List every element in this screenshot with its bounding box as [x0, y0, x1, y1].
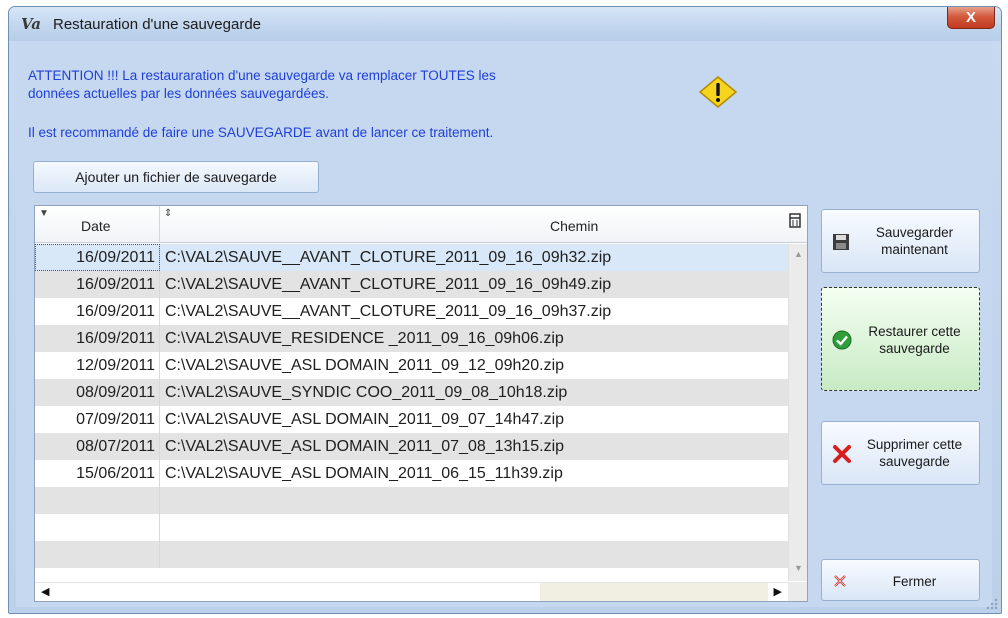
backup-list-grid[interactable]: ▼ Date ⇕ Chemin 16/09/2011 C:\VAL2\SAUVE_…: [34, 205, 808, 602]
cell-date: 12/09/2011: [35, 352, 160, 379]
save-now-label-line-2: maintenant: [881, 242, 948, 257]
red-x-icon: [833, 445, 851, 463]
save-now-label-line-1: Sauvegarder: [875, 225, 954, 240]
scrollbar-corner: [788, 582, 807, 601]
table-row[interactable]: 15/06/2011 C:\VAL2\SAUVE_ASL DOMAIN_2011_…: [35, 460, 788, 487]
dialog-client-area: ATTENTION !!! La restauraration d'une sa…: [16, 41, 992, 607]
cell-path: C:\VAL2\SAUVE_SYNDIC COO_2011_09_08_10h1…: [165, 384, 568, 401]
table-row[interactable]: 08/09/2011 C:\VAL2\SAUVE_SYNDIC COO_2011_…: [35, 379, 788, 406]
cell-date: 16/09/2011: [35, 271, 160, 298]
horizontal-scroll-track[interactable]: [540, 583, 768, 601]
cell-date: [35, 541, 160, 568]
cell-date: 08/07/2011: [35, 433, 160, 460]
column-header-path-label: Chemin: [550, 218, 599, 234]
table-row[interactable]: 16/09/2011 C:\VAL2\SAUVE__AVANT_CLOTURE_2…: [35, 298, 788, 325]
table-row[interactable]: 07/09/2011 C:\VAL2\SAUVE_ASL DOMAIN_2011_…: [35, 406, 788, 433]
cell-path: C:\VAL2\SAUVE_ASL DOMAIN_2011_06_15_11h3…: [165, 465, 563, 482]
green-check-icon: [832, 330, 852, 350]
warning-diamond-icon: [698, 76, 738, 108]
vertical-scrollbar[interactable]: ▲ ▼: [788, 244, 807, 581]
warning-text-line-1: ATTENTION !!! La restauraration d'une sa…: [28, 68, 496, 83]
restore-backup-window: Va Restauration d'une sauvegarde X ATTEN…: [8, 6, 1002, 614]
cell-date: 07/09/2011: [35, 406, 160, 433]
restore-label-line-2: sauvegarde: [879, 341, 950, 356]
resize-grip-icon[interactable]: [985, 597, 999, 611]
column-header-date[interactable]: ▼ Date: [35, 206, 160, 243]
warning-text-line-2: données actuelles par les données sauveg…: [28, 86, 329, 101]
close-x-icon: [834, 575, 846, 587]
cell-path: C:\VAL2\SAUVE__AVANT_CLOTURE_2011_09_16_…: [165, 276, 612, 293]
cell-path: C:\VAL2\SAUVE__AVANT_CLOTURE_2011_09_16_…: [165, 303, 612, 320]
cell-path: C:\VAL2\SAUVE_RESIDENCE _2011_09_16_09h0…: [165, 330, 564, 347]
cell-date: 16/09/2011: [35, 325, 160, 352]
save-now-button[interactable]: Sauvegarder maintenant: [821, 209, 980, 273]
window-close-button[interactable]: X: [947, 7, 995, 29]
table-row[interactable]: 12/09/2011 C:\VAL2\SAUVE_ASL DOMAIN_2011_…: [35, 352, 788, 379]
scroll-down-arrow-icon[interactable]: ▼: [789, 563, 807, 573]
horizontal-scrollbar[interactable]: ◀ ▶: [35, 582, 788, 601]
cell-path: C:\VAL2\SAUVE_ASL DOMAIN_2011_09_07_14h4…: [165, 411, 565, 428]
table-row[interactable]: 16/09/2011 C:\VAL2\SAUVE__AVANT_CLOTURE_2…: [35, 244, 788, 271]
table-row[interactable]: [35, 514, 788, 541]
cell-date: 15/06/2011: [35, 460, 160, 487]
cell-path: C:\VAL2\SAUVE_ASL DOMAIN_2011_07_08_13h1…: [165, 438, 565, 455]
cell-path: [161, 541, 165, 568]
scroll-up-arrow-icon[interactable]: ▲: [789, 249, 807, 259]
close-dialog-button[interactable]: Fermer: [821, 559, 980, 601]
add-backup-file-button[interactable]: Ajouter un fichier de sauvegarde: [33, 161, 319, 193]
title-bar[interactable]: Va Restauration d'une sauvegarde X: [9, 7, 1001, 41]
column-header-path[interactable]: ⇕ Chemin: [160, 206, 784, 243]
app-logo-icon: Va: [21, 15, 41, 33]
column-header-date-label: Date: [81, 218, 111, 234]
cell-date: 08/09/2011: [35, 379, 160, 406]
recommendation-text: Il est recommandé de faire une SAUVEGARD…: [28, 125, 494, 140]
cell-date: [35, 514, 160, 541]
delete-label-line-1: Supprimer cette: [866, 437, 963, 452]
cell-path: [161, 514, 165, 541]
table-row[interactable]: 08/07/2011 C:\VAL2\SAUVE_ASL DOMAIN_2011_…: [35, 433, 788, 460]
close-dialog-label: Fermer: [892, 574, 937, 589]
sort-neutral-icon: ⇕: [164, 208, 173, 219]
window-title: Restauration d'une sauvegarde: [53, 16, 262, 33]
table-row[interactable]: [35, 487, 788, 514]
floppy-disk-icon: [833, 234, 849, 250]
grid-rows: 16/09/2011 C:\VAL2\SAUVE__AVANT_CLOTURE_2…: [35, 244, 788, 568]
sort-descending-icon: ▼: [39, 208, 49, 219]
grid-header: ▼ Date ⇕ Chemin: [35, 206, 807, 243]
table-row[interactable]: 16/09/2011 C:\VAL2\SAUVE__AVANT_CLOTURE_2…: [35, 271, 788, 298]
column-chooser-icon[interactable]: [787, 211, 803, 229]
delete-label-line-2: sauvegarde: [879, 454, 950, 469]
scroll-left-arrow-icon[interactable]: ◀: [41, 585, 49, 598]
table-row[interactable]: 16/09/2011 C:\VAL2\SAUVE_RESIDENCE _2011_…: [35, 325, 788, 352]
scroll-right-arrow-icon[interactable]: ▶: [774, 585, 782, 598]
cell-path: C:\VAL2\SAUVE_ASL DOMAIN_2011_09_12_09h2…: [165, 357, 565, 374]
restore-backup-button[interactable]: Restaurer cette sauvegarde: [821, 287, 980, 391]
table-row[interactable]: [35, 541, 788, 568]
restore-label-line-1: Restaurer cette: [868, 324, 961, 339]
delete-backup-button[interactable]: Supprimer cette sauvegarde: [821, 421, 980, 485]
cell-date: 16/09/2011: [35, 244, 160, 271]
cell-date: [35, 487, 160, 514]
cell-path: C:\VAL2\SAUVE__AVANT_CLOTURE_2011_09_16_…: [165, 249, 612, 266]
cell-date: 16/09/2011: [35, 298, 160, 325]
cell-path: [161, 487, 165, 514]
